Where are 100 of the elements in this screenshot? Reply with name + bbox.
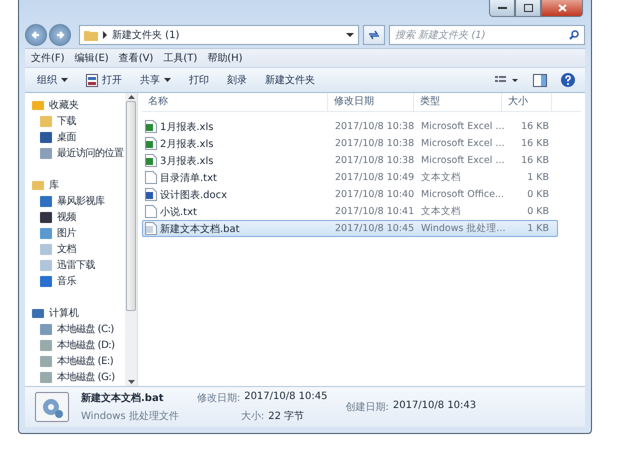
file-icon bbox=[145, 154, 157, 167]
table-cell-text: 1 KB bbox=[526, 172, 550, 183]
file-row[interactable]: 1月报表.xls 2017/10/8 10:38 Microsoft Excel ... 16 KB bbox=[142, 118, 558, 135]
sidebar-item[interactable]: 本地磁盘 (D:) bbox=[25, 337, 125, 353]
file-row[interactable]: 2月报表.xls 2017/10/8 10:38 Microsoft Excel ... 16 KB bbox=[142, 135, 558, 152]
file-row[interactable]: 小说.txt 2017/10/8 10:41 文本文档 0 KB bbox=[142, 203, 558, 220]
close-button[interactable] bbox=[541, 0, 583, 17]
file-name: 1月报表.xls bbox=[160, 120, 214, 134]
toolbar-button[interactable]: 刻录 bbox=[221, 71, 253, 89]
file-icon bbox=[145, 188, 157, 201]
table-cell-text: 2017/10/8 10:41 bbox=[334, 206, 415, 217]
sidebar-icon bbox=[39, 226, 53, 240]
menu-item[interactable]: 工具(T) bbox=[163, 51, 198, 65]
scrollbar[interactable] bbox=[125, 93, 137, 386]
sidebar-item[interactable]: 本地磁盘 (E:) bbox=[25, 353, 125, 369]
sidebar-item[interactable]: 下载 bbox=[25, 113, 125, 129]
toolbar-button[interactable]: 组织 bbox=[31, 71, 74, 89]
sidebar-item[interactable]: 本地磁盘 (G:) bbox=[25, 369, 125, 385]
sidebar-item[interactable]: 最近访问的位置 bbox=[25, 145, 125, 161]
table-cell-text: 1 KB bbox=[526, 223, 550, 234]
sidebar-item[interactable]: 文档 bbox=[25, 241, 125, 257]
table-cell-text: 16 KB bbox=[520, 138, 550, 149]
file-name: 新建文本文档.bat bbox=[81, 391, 164, 405]
sidebar-item[interactable]: 收藏夹 bbox=[25, 97, 125, 113]
file-type: Windows 批处理文件 bbox=[81, 410, 179, 423]
window-icon bbox=[86, 74, 98, 86]
field-value: 2017/10/8 10:45 bbox=[244, 391, 328, 404]
sidebar-item[interactable]: 计算机 bbox=[25, 305, 125, 321]
field-label: 创建日期: bbox=[345, 400, 389, 414]
sidebar-icon bbox=[39, 130, 53, 144]
sidebar-icon bbox=[31, 98, 45, 112]
column-header[interactable]: 类型 bbox=[414, 93, 502, 111]
sidebar-item[interactable]: 桌面 bbox=[25, 129, 125, 145]
toolbar-button[interactable]: 新建文件夹 bbox=[259, 71, 321, 89]
sidebar-item[interactable]: 视频 bbox=[25, 209, 125, 225]
minimize-icon bbox=[498, 6, 506, 10]
menu-item[interactable]: 帮助(H) bbox=[207, 51, 243, 65]
field-value: 22 字节 bbox=[268, 410, 304, 423]
file-icon bbox=[145, 205, 157, 218]
back-arrow-icon bbox=[31, 30, 41, 40]
table-cell-text: Microsoft Office... bbox=[420, 189, 503, 200]
search-icon bbox=[569, 30, 579, 40]
toolbar-button[interactable]: 共享 bbox=[134, 71, 177, 89]
file-row[interactable]: 设计图表.docx 2017/10/8 10:40 Microsoft Office... 0 KB bbox=[142, 186, 558, 203]
table-cell-text: Microsoft Excel ... bbox=[420, 121, 503, 132]
sidebar-icon bbox=[39, 114, 53, 128]
file-icon bbox=[145, 222, 157, 235]
refresh-button[interactable] bbox=[363, 25, 385, 45]
refresh-icon bbox=[368, 30, 380, 40]
forward-button[interactable] bbox=[49, 24, 71, 46]
menu-item[interactable]: 查看(V) bbox=[118, 51, 154, 65]
help-icon bbox=[561, 73, 575, 87]
sidebar-icon bbox=[31, 178, 45, 192]
sidebar-icon bbox=[39, 338, 53, 352]
table-cell-text: 16 KB bbox=[520, 121, 550, 132]
sidebar-icon bbox=[39, 322, 53, 336]
file-row[interactable]: 新建文本文档.bat 2017/10/8 10:45 Windows 批处理... 1 KB bbox=[142, 220, 558, 237]
sidebar-item[interactable]: 图片 bbox=[25, 225, 125, 241]
dropdown-icon bbox=[346, 32, 354, 38]
gear-file-icon bbox=[35, 392, 69, 422]
maximize-icon bbox=[524, 4, 532, 12]
field-label: 修改日期: bbox=[196, 392, 240, 405]
caret-icon bbox=[164, 78, 171, 82]
column-header[interactable]: 名称 bbox=[142, 93, 328, 111]
sidebar-item[interactable]: 库 bbox=[25, 177, 125, 193]
maximize-button[interactable] bbox=[515, 0, 541, 17]
menu-item[interactable]: 文件(F) bbox=[31, 51, 65, 65]
file-row[interactable]: 目录清单.txt 2017/10/8 10:49 文本文档 1 KB bbox=[142, 169, 558, 186]
list-view-icon bbox=[495, 75, 519, 85]
caret-icon bbox=[61, 78, 68, 82]
table-cell-text: 2017/10/8 10:38 bbox=[334, 138, 415, 149]
search-field[interactable]: 搜索 新建文件夹 (1) bbox=[389, 25, 585, 45]
sidebar-item[interactable]: 本地磁盘 (C:) bbox=[25, 321, 125, 337]
table-cell-text: 2017/10/8 10:38 bbox=[334, 155, 415, 166]
table-cell-text: 2017/10/8 10:38 bbox=[334, 121, 415, 132]
column-header[interactable]: 大小 bbox=[502, 93, 552, 111]
address-bar[interactable]: 新建文件夹 (1) bbox=[79, 25, 359, 45]
table-cell-text: 2017/10/8 10:40 bbox=[334, 189, 415, 200]
file-name: 设计图表.docx bbox=[160, 188, 228, 202]
sidebar-icon bbox=[39, 194, 53, 208]
column-header[interactable]: 修改日期 bbox=[328, 93, 414, 111]
sidebar-item[interactable]: 音乐 bbox=[25, 273, 125, 289]
table-cell-text: Microsoft Excel ... bbox=[420, 138, 503, 149]
toolbar-button[interactable]: 打印 bbox=[183, 71, 215, 89]
sidebar-icon bbox=[39, 242, 53, 256]
menu-item[interactable]: 编辑(E) bbox=[74, 51, 109, 65]
back-button[interactable] bbox=[25, 24, 47, 46]
chevron-icon bbox=[102, 31, 108, 39]
table-cell-text: 文本文档 bbox=[420, 205, 462, 218]
table-cell-text: 0 KB bbox=[526, 206, 550, 217]
table-cell-text: Windows 批处理... bbox=[420, 222, 503, 235]
minimize-button[interactable] bbox=[489, 0, 515, 17]
toolbar-button[interactable]: 打开 bbox=[80, 71, 128, 89]
sidebar-item[interactable]: 暴风影视库 bbox=[25, 193, 125, 209]
table-cell-text: Microsoft Excel ... bbox=[420, 155, 503, 166]
field-value: 2017/10/8 10:43 bbox=[392, 400, 476, 413]
file-row[interactable]: 3月报表.xls 2017/10/8 10:38 Microsoft Excel ... 16 KB bbox=[142, 152, 558, 169]
file-name: 2月报表.xls bbox=[160, 138, 214, 150]
file-icon bbox=[145, 120, 157, 133]
sidebar-item[interactable]: 迅雷下载 bbox=[25, 257, 125, 273]
